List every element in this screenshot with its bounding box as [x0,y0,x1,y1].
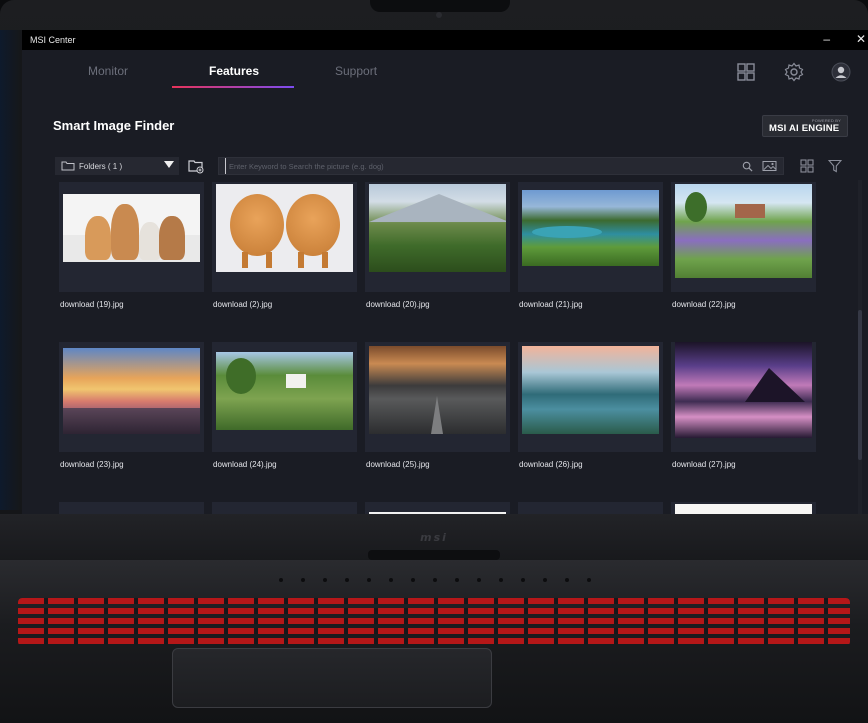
search-input[interactable] [225,158,735,174]
ai-engine-badge: POWERED BY MSI AI ENGINE [762,115,848,137]
image-card[interactable]: download (22).jpg [671,182,816,309]
image-filename: download (20).jpg [366,300,430,309]
speaker-vents [230,578,640,584]
tab-support[interactable]: Support [335,64,377,78]
image-thumbnail-dogs [216,184,353,272]
image-card[interactable]: download (21).jpg [518,182,663,309]
backlit-keyboard [18,598,850,646]
image-card[interactable]: download (20).jpg [365,182,510,309]
image-thumbnail-night-lake [675,342,812,438]
image-filename: download (26).jpg [519,460,583,469]
lid-edge-left [0,30,22,510]
image-thumbnail-lake [522,190,659,266]
touchpad [172,648,492,708]
image-card[interactable] [59,502,204,514]
image-card[interactable]: download (19).jpg [59,182,204,309]
settings-gear-icon[interactable] [784,62,804,82]
image-filename: download (21).jpg [519,300,583,309]
image-card[interactable] [671,502,816,514]
search-bar [218,157,784,175]
image-thumbnail-valley [522,346,659,434]
webcam [436,12,442,18]
image-thumbnail-road [369,346,506,434]
title-bar: MSI Center – ✕ [22,30,868,50]
image-card[interactable]: download (2).jpg [212,182,357,309]
msi-bezel-logo: msi [420,531,448,544]
image-filename: download (25).jpg [366,460,430,469]
image-card[interactable]: download (25).jpg [365,342,510,469]
image-filename: download (22).jpg [672,300,736,309]
close-button[interactable]: ✕ [856,32,866,46]
folder-icon [61,161,75,171]
badge-ai-engine: MSI AI ENGINE [769,123,840,134]
active-tab-indicator [172,86,294,88]
gallery-scrollbar[interactable] [858,180,862,514]
app-title: MSI Center [30,35,76,45]
page-title: Smart Image Finder [53,118,175,133]
image-thumbnail-kittens [63,194,200,262]
folder-dropdown[interactable]: Folders ( 1 ) [55,157,179,175]
image-card[interactable]: download (23).jpg [59,342,204,469]
search-icon[interactable] [742,161,753,172]
image-filename: download (23).jpg [60,460,124,469]
image-card[interactable] [212,502,357,514]
filter-icon[interactable] [828,159,842,173]
user-avatar-icon[interactable] [831,62,851,82]
image-filename: download (24).jpg [213,460,277,469]
image-card[interactable]: download (24).jpg [212,342,357,469]
app-window: MSI Center – ✕ Monitor Features Support … [22,30,868,514]
image-filename: download (2).jpg [213,300,273,309]
image-gallery: download (19).jpg download (2).jpg downl… [59,182,829,514]
image-card[interactable] [365,502,510,514]
apps-grid-icon[interactable] [736,62,756,82]
hinge [368,550,500,560]
chevron-down-icon [164,161,174,168]
image-card[interactable]: download (27).jpg [671,342,816,469]
top-nav: Monitor Features Support [22,50,868,96]
minimize-button[interactable]: – [823,32,830,46]
image-thumbnail-rodent [675,504,812,514]
image-thumbnail-alps [369,184,506,272]
tab-monitor[interactable]: Monitor [88,64,128,78]
folder-dropdown-label: Folders ( 1 ) [79,161,123,171]
image-search-icon[interactable] [762,160,777,172]
grid-view-icon[interactable] [800,159,814,173]
image-filename: download (19).jpg [60,300,124,309]
image-card[interactable] [518,502,663,514]
add-folder-icon[interactable] [188,158,204,174]
image-card[interactable]: download (26).jpg [518,342,663,469]
image-thumbnail-cottage [216,352,353,430]
image-thumbnail-garden [675,184,812,278]
tab-features[interactable]: Features [209,64,259,78]
scrollbar-thumb[interactable] [858,310,862,460]
image-thumbnail-sunset [63,348,200,434]
lid-notch [370,0,510,12]
image-filename: download (27).jpg [672,460,736,469]
